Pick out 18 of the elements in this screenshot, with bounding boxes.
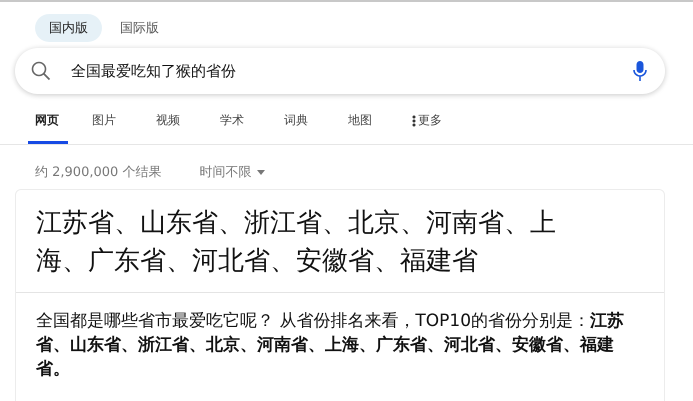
result-count: 约 2,900,000 个结果 (35, 164, 162, 181)
nav-tab[interactable]: 学术 (220, 102, 284, 144)
nav-tab[interactable]: 图片 (92, 102, 156, 144)
answer-snippet: 全国都是哪些省市最爱吃它呢？ 从省份排名来看，TOP10的省份分别是：江苏省、山东省、浙江省、北京、河南省、上海、广东省、河北省、安徽省、福建省。 (35, 310, 626, 381)
microphone-icon[interactable] (633, 60, 647, 82)
time-filter-dropdown[interactable]: 时间不限 (199, 163, 266, 181)
answer-title: 江苏省、山东省、浙江省、北京、河南省、上海、广东省、河北省、安徽省、福建省 (16, 190, 664, 293)
nav-tab[interactable]: 网页 (28, 102, 68, 144)
nav-tab[interactable]: 地图 (348, 102, 412, 144)
nav-tab[interactable]: 词典 (284, 102, 348, 144)
nav-tab[interactable]: 视频 (156, 102, 220, 144)
nav-tab[interactable]: 更多 (412, 102, 476, 144)
search-icon (31, 61, 51, 81)
more-dots-icon (412, 114, 416, 126)
region-tab[interactable]: 国内版 (35, 14, 102, 42)
region-tab[interactable]: 国际版 (106, 14, 173, 42)
search-input[interactable]: 全国最爱吃知了猴的省份 (69, 61, 615, 81)
caret-icon (257, 170, 266, 174)
